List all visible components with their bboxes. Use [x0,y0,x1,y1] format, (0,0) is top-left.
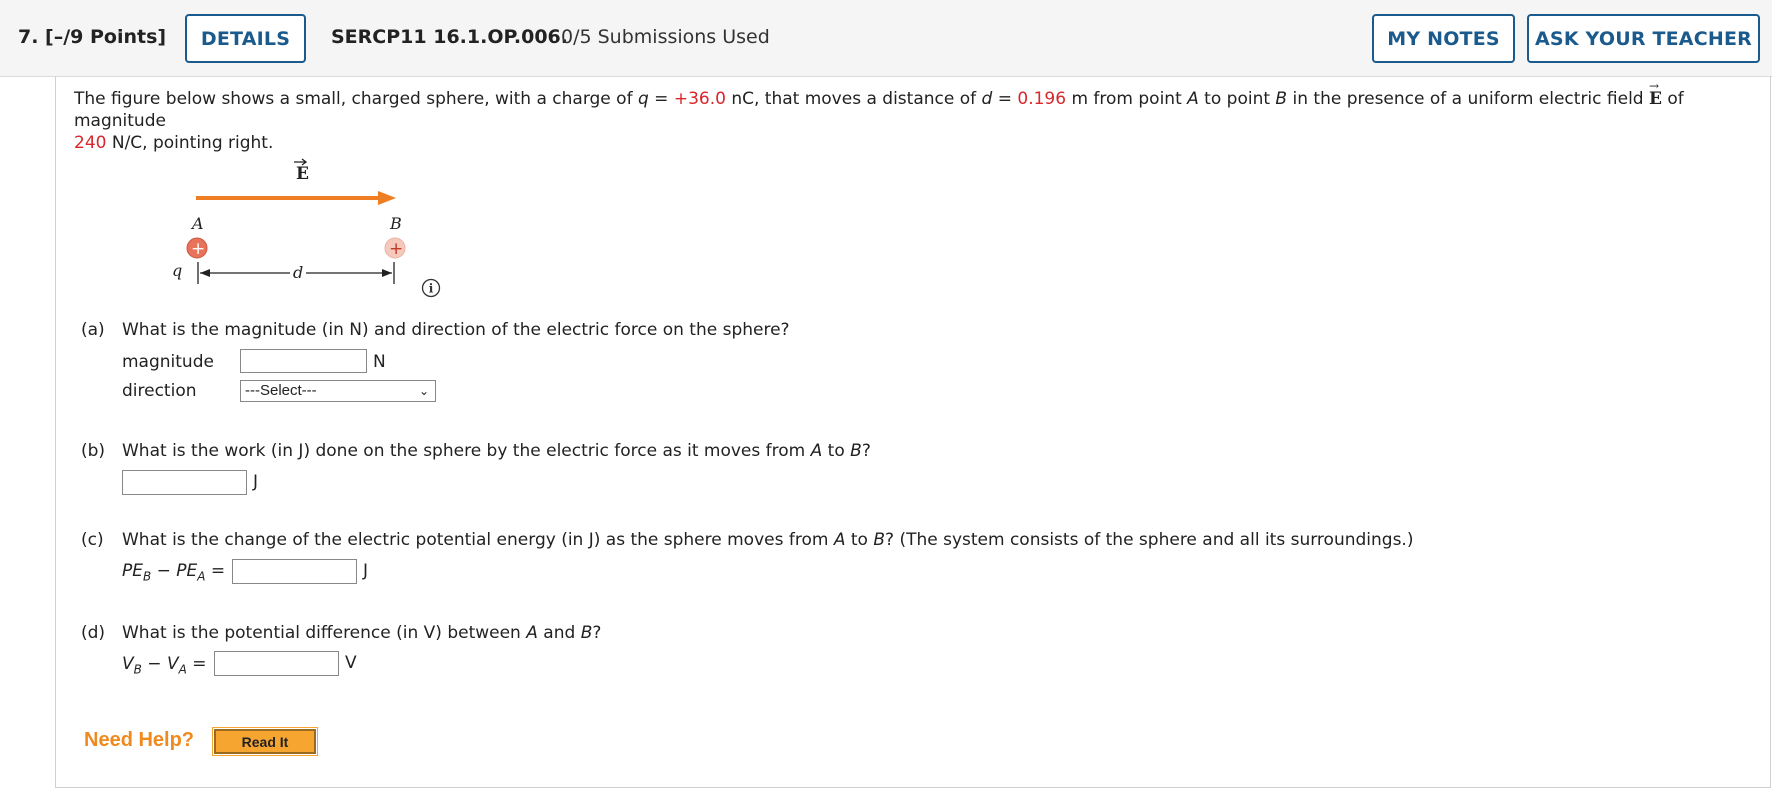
distance-arrowhead-right [382,269,392,277]
svg-text:i: i [429,282,434,296]
read-it-button[interactable]: Read It [212,727,318,756]
potential-difference-unit: V [345,653,357,673]
part-d-question: What is the potential difference (in V) … [122,623,602,643]
figure-field-label: E [296,164,309,184]
distance-value: 0.196 [1017,89,1067,109]
part-b-question: What is the work (in J) done on the sphe… [122,441,871,461]
figure-label-q: q [172,261,182,280]
work-input[interactable] [122,470,247,495]
pe-change-unit: J [363,561,369,581]
need-help-label: Need Help? [84,729,195,751]
direction-selected-value: ---Select--- [245,382,317,399]
potential-difference-input[interactable] [214,651,339,676]
details-button[interactable]: DETAILS [185,14,306,63]
question-header: 7. [–/9 Points] DETAILS SERCP11 16.1.OP.… [0,0,1772,77]
direction-label: direction [122,381,197,401]
chevron-down-icon: ⌄ [418,384,429,398]
part-c-question: What is the change of the electric poten… [122,530,1414,550]
magnitude-label: magnitude [122,352,214,372]
part-a-label: (a) [81,320,105,340]
pe-difference-label: PEB − PEA = [122,561,226,584]
problem-code: SERCP11 16.1.OP.006. [331,26,568,48]
submissions-count: 0/5 Submissions Used [561,26,770,48]
info-icon[interactable]: i [421,278,441,298]
charge-value: +36.0 [673,89,726,109]
charge-figure: E A B + + q d [172,158,406,284]
direction-select[interactable]: ---Select--- ⌄ [240,380,436,402]
part-c-label: (c) [81,530,104,550]
field-vector-symbol: → E [1649,79,1662,109]
ask-teacher-button[interactable]: ASK YOUR TEACHER [1527,14,1760,63]
my-notes-button[interactable]: MY NOTES [1372,14,1515,63]
distance-arrowhead-left [200,269,210,277]
field-arrowhead [378,191,396,205]
field-magnitude-value: 240 [74,133,107,153]
part-d-label: (d) [81,623,106,643]
pe-change-input[interactable] [232,559,357,584]
magnitude-input[interactable] [240,349,367,373]
problem-statement: The figure below shows a small, charged … [74,79,1684,153]
question-number: 7. [–/9 Points] [18,26,167,48]
sphere-b-plus: + [389,239,403,259]
figure-label-a: A [190,214,204,233]
magnitude-unit: N [373,352,386,372]
part-b-label: (b) [81,441,106,461]
potential-difference-label: VB − VA = [122,654,207,677]
part-a-question: What is the magnitude (in N) and directi… [122,320,790,340]
work-unit: J [253,472,259,492]
sphere-a-plus: + [191,239,205,259]
figure-label-d: d [293,263,303,282]
figure-label-b: B [389,214,402,233]
